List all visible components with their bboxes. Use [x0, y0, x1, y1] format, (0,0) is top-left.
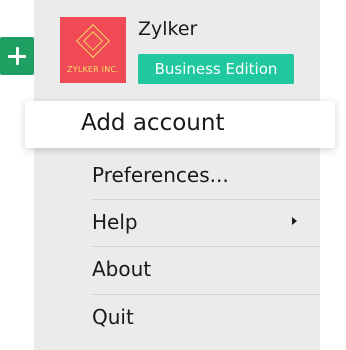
add-account-label: Add account — [81, 110, 225, 136]
menu-item-about[interactable]: About — [92, 245, 320, 292]
logo-text: ZYLKER INC. — [67, 65, 119, 74]
chevron-right-icon — [292, 217, 297, 225]
edition-badge: Business Edition — [138, 54, 294, 84]
add-account-item[interactable]: Add account — [25, 101, 335, 148]
menu-item-quit[interactable]: Quit — [92, 293, 320, 340]
org-name: Zylker — [138, 18, 198, 40]
add-button[interactable] — [0, 37, 34, 75]
menu-item-help[interactable]: Help — [92, 198, 320, 245]
org-logo: ZYLKER INC. — [60, 17, 126, 83]
quit-label: Quit — [92, 304, 134, 329]
help-label: Help — [92, 209, 138, 234]
menu-item-preferences[interactable]: Preferences... — [92, 151, 320, 198]
preferences-label: Preferences... — [92, 162, 229, 187]
about-label: About — [92, 256, 152, 281]
